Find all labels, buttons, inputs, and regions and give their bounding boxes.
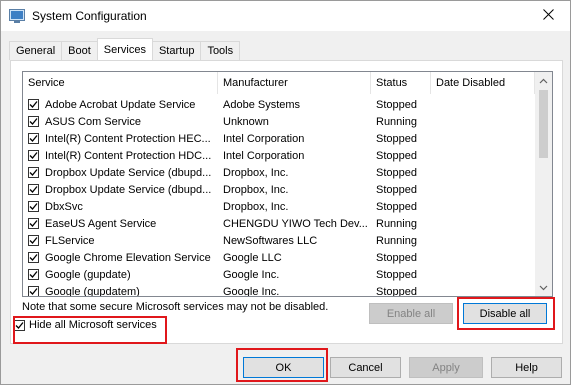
- service-row[interactable]: DbxSvc Dropbox, Inc. Stopped: [23, 198, 535, 215]
- service-status: Running: [376, 217, 417, 230]
- service-name: Intel(R) Content Protection HDC...: [45, 149, 212, 162]
- service-name: Intel(R) Content Protection HEC...: [45, 132, 211, 145]
- column-header-date-disabled[interactable]: Date Disabled: [431, 72, 535, 94]
- tab-tools[interactable]: Tools: [200, 41, 241, 60]
- service-checkbox[interactable]: [28, 252, 39, 263]
- scroll-up-button[interactable]: [535, 72, 552, 89]
- service-checkbox[interactable]: [28, 201, 39, 212]
- service-row[interactable]: Google (gupdatem) Google Inc. Stopped: [23, 283, 535, 297]
- service-row[interactable]: Dropbox Update Service (dbupd... Dropbox…: [23, 164, 535, 181]
- service-checkbox[interactable]: [28, 269, 39, 280]
- secure-services-note: Note that some secure Microsoft services…: [22, 301, 329, 313]
- tab-boot[interactable]: Boot: [61, 41, 98, 60]
- help-button[interactable]: Help: [491, 357, 562, 378]
- service-status: Stopped: [376, 200, 417, 213]
- service-manufacturer: Google Inc.: [223, 268, 280, 281]
- service-name: Google (gupdate): [45, 268, 131, 281]
- service-manufacturer: Intel Corporation: [223, 132, 305, 145]
- tab-startup[interactable]: Startup: [151, 41, 202, 60]
- enable-all-button[interactable]: Enable all: [369, 303, 453, 324]
- service-name: Google Chrome Elevation Service: [45, 251, 211, 264]
- highlight-box-disable-all: [457, 297, 555, 330]
- service-checkbox[interactable]: [28, 286, 39, 296]
- service-status: Stopped: [376, 251, 417, 264]
- service-status: Stopped: [376, 132, 417, 145]
- service-name: ASUS Com Service: [45, 115, 141, 128]
- msconfig-icon: [9, 9, 25, 23]
- service-checkbox[interactable]: [28, 150, 39, 161]
- service-manufacturer: Intel Corporation: [223, 149, 305, 162]
- services-list-rows: Adobe Acrobat Update Service Adobe Syste…: [23, 96, 535, 297]
- service-status: Stopped: [376, 98, 417, 111]
- service-checkbox[interactable]: [28, 133, 39, 144]
- service-name: Dropbox Update Service (dbupd...: [45, 166, 212, 179]
- service-checkbox[interactable]: [28, 99, 39, 110]
- service-manufacturer: Dropbox, Inc.: [223, 200, 289, 213]
- service-status: Running: [376, 234, 417, 247]
- service-checkbox[interactable]: [28, 167, 39, 178]
- service-status: Running: [376, 115, 417, 128]
- services-list: Service Manufacturer Status Date Disable…: [22, 71, 553, 297]
- tab-general[interactable]: General: [9, 41, 63, 60]
- cancel-button[interactable]: Cancel: [330, 357, 401, 378]
- system-configuration-window: System Configuration General Boot Servic…: [0, 0, 571, 385]
- title-bar: System Configuration: [1, 1, 570, 31]
- highlight-box-ok: [236, 348, 328, 382]
- scroll-down-button[interactable]: [535, 279, 552, 296]
- service-checkbox[interactable]: [28, 218, 39, 229]
- service-row[interactable]: EaseUS Agent Service CHENGDU YIWO Tech D…: [23, 215, 535, 232]
- service-row[interactable]: Intel(R) Content Protection HDC... Intel…: [23, 147, 535, 164]
- service-row[interactable]: Intel(R) Content Protection HEC... Intel…: [23, 130, 535, 147]
- service-name: Google (gupdatem): [45, 285, 140, 297]
- chevron-down-icon: [539, 282, 548, 294]
- service-status: Stopped: [376, 268, 417, 281]
- service-status: Stopped: [376, 183, 417, 196]
- close-icon: [542, 9, 554, 23]
- tab-strip: General Boot Services Startup Tools: [9, 38, 241, 60]
- service-name: EaseUS Agent Service: [45, 217, 157, 230]
- service-row[interactable]: ASUS Com Service Unknown Running: [23, 113, 535, 130]
- service-status: Stopped: [376, 166, 417, 179]
- service-row[interactable]: Google Chrome Elevation Service Google L…: [23, 249, 535, 266]
- service-manufacturer: Dropbox, Inc.: [223, 166, 289, 179]
- service-manufacturer: Google LLC: [223, 251, 282, 264]
- services-list-header: Service Manufacturer Status Date Disable…: [23, 72, 535, 94]
- service-name: DbxSvc: [45, 200, 83, 213]
- column-header-service[interactable]: Service: [23, 72, 218, 94]
- service-manufacturer: Google Inc.: [223, 285, 280, 297]
- window-title: System Configuration: [32, 9, 147, 23]
- tab-services[interactable]: Services: [96, 38, 153, 60]
- service-checkbox[interactable]: [28, 235, 39, 246]
- service-row[interactable]: Dropbox Update Service (dbupd... Dropbox…: [23, 181, 535, 198]
- service-status: Stopped: [376, 149, 417, 162]
- close-button[interactable]: [526, 1, 570, 31]
- column-header-status[interactable]: Status: [371, 72, 431, 94]
- service-manufacturer: Unknown: [223, 115, 269, 128]
- apply-button[interactable]: Apply: [409, 357, 483, 378]
- service-status: Stopped: [376, 285, 417, 297]
- service-row[interactable]: FLService NewSoftwares LLC Running: [23, 232, 535, 249]
- service-row[interactable]: Google (gupdate) Google Inc. Stopped: [23, 266, 535, 283]
- service-manufacturer: CHENGDU YIWO Tech Dev...: [223, 217, 368, 230]
- column-header-manufacturer[interactable]: Manufacturer: [218, 72, 371, 94]
- service-name: Adobe Acrobat Update Service: [45, 98, 196, 111]
- service-manufacturer: Dropbox, Inc.: [223, 183, 289, 196]
- scrollbar-thumb[interactable]: [539, 90, 548, 158]
- service-manufacturer: Adobe Systems: [223, 98, 301, 111]
- chevron-up-icon: [539, 75, 548, 87]
- service-row[interactable]: Adobe Acrobat Update Service Adobe Syste…: [23, 96, 535, 113]
- highlight-box-hide-ms: [13, 316, 167, 344]
- service-checkbox[interactable]: [28, 184, 39, 195]
- service-name: Dropbox Update Service (dbupd...: [45, 183, 212, 196]
- service-checkbox[interactable]: [28, 116, 39, 127]
- service-name: FLService: [45, 234, 95, 247]
- service-manufacturer: NewSoftwares LLC: [223, 234, 318, 247]
- services-list-scrollbar[interactable]: [535, 72, 552, 296]
